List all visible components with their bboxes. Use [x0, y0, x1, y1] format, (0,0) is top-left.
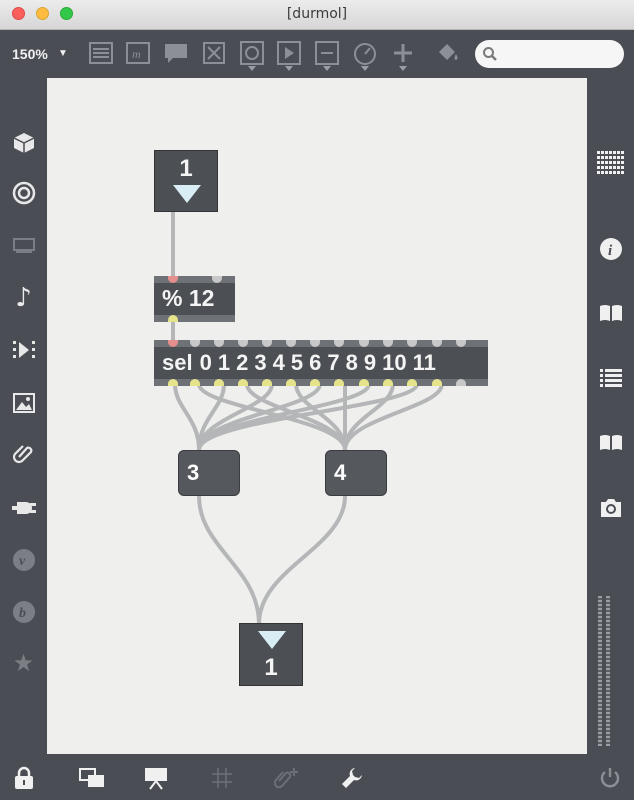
package-icon[interactable]	[0, 128, 47, 158]
patcher-canvas[interactable]: 1 % 12 sel 0 1 2 3 4 5 6 7 8 9 10 11 3 4 1	[47, 78, 587, 754]
sel-outlet[interactable]	[432, 379, 442, 386]
reference-icon[interactable]	[587, 298, 634, 328]
vimeo-icon[interactable]: v	[0, 545, 47, 575]
svg-text:v: v	[19, 554, 26, 569]
bitcoin-icon[interactable]: b	[0, 597, 47, 627]
patch-cords	[171, 210, 444, 626]
presentation-mode-icon[interactable]	[142, 764, 170, 792]
wrench-icon[interactable]	[338, 764, 366, 792]
sel-keyword: sel	[162, 350, 193, 375]
dial-icon[interactable]	[352, 40, 378, 66]
number-value: 1	[264, 654, 278, 681]
sel-value: 0	[199, 350, 212, 375]
playbar-icon[interactable]	[276, 40, 302, 66]
snapshot-icon[interactable]	[587, 493, 634, 523]
plugin-icon[interactable]	[0, 493, 47, 523]
paperclip-icon[interactable]	[0, 440, 47, 470]
sel-value: 5	[290, 350, 304, 375]
sel-value: 7	[327, 350, 340, 375]
triangle-down-icon	[173, 185, 201, 203]
sel-value: 8	[345, 350, 358, 375]
paint-bucket-icon[interactable]	[435, 40, 461, 66]
sel-outlet[interactable]	[190, 379, 200, 386]
video-icon[interactable]	[0, 335, 47, 365]
presentation-icon[interactable]	[88, 40, 114, 66]
add-object-icon[interactable]	[390, 40, 416, 66]
sel-outlet[interactable]	[456, 379, 466, 386]
sel-outlet[interactable]	[407, 379, 417, 386]
level-meter-right	[606, 596, 610, 746]
sel-value: 6	[309, 350, 322, 375]
sel-object[interactable]: sel 0 1 2 3 4 5 6 7 8 9 10 11	[154, 340, 488, 386]
sel-outlet[interactable]	[334, 379, 344, 386]
number-value: 1	[179, 155, 193, 182]
message-box-4[interactable]: 4	[325, 450, 387, 496]
bottom-toolbar	[0, 754, 634, 800]
lock-icon[interactable]	[10, 764, 38, 792]
comment-icon[interactable]: m	[125, 40, 151, 66]
sel-outlet[interactable]	[168, 379, 178, 386]
target-icon[interactable]	[0, 178, 47, 208]
grid-icon[interactable]	[587, 148, 634, 178]
button-icon[interactable]	[239, 40, 265, 66]
message-box-3[interactable]: 3	[178, 450, 240, 496]
right-sidebar: i	[587, 78, 634, 754]
number-box-bottom[interactable]: 1	[239, 623, 303, 686]
sel-outlet[interactable]	[383, 379, 393, 386]
sel-outlet[interactable]	[214, 379, 224, 386]
sel-outlet[interactable]	[286, 379, 296, 386]
windows-icon[interactable]	[78, 764, 106, 792]
window-title: [durmol]	[286, 6, 348, 22]
toolbar: 150% ▼ m	[0, 30, 634, 78]
modulo-object[interactable]: % 12	[154, 276, 235, 322]
outlet[interactable]	[168, 315, 178, 322]
star-icon[interactable]: ★	[0, 648, 47, 678]
sel-value: 4	[272, 350, 285, 375]
sel-outlet[interactable]	[238, 379, 248, 386]
sel-outlet[interactable]	[262, 379, 272, 386]
svg-text:b: b	[19, 606, 26, 621]
sel-value: 11	[412, 350, 436, 375]
title-bar: [durmol]	[0, 0, 634, 30]
search-input[interactable]	[475, 40, 624, 68]
modulo-label: % 12	[162, 285, 215, 311]
power-icon[interactable]	[596, 764, 624, 792]
sel-value: 10	[382, 350, 407, 375]
book-icon[interactable]	[587, 428, 634, 458]
message-icon[interactable]	[163, 40, 189, 66]
sel-value: 1	[217, 350, 231, 375]
sel-outlet[interactable]	[310, 379, 320, 386]
search-icon	[483, 47, 497, 61]
list-icon[interactable]	[587, 363, 634, 393]
sel-value: 2	[236, 350, 249, 375]
add-attachment-icon[interactable]	[272, 764, 300, 792]
music-note-icon[interactable]: ♪	[0, 283, 47, 313]
info-icon[interactable]: i	[587, 234, 634, 264]
sel-value: 9	[363, 350, 377, 375]
level-meter-left	[598, 596, 602, 746]
display-icon[interactable]	[0, 230, 47, 260]
toggle-icon[interactable]	[201, 40, 227, 66]
zoom-level[interactable]: 150%	[12, 46, 48, 62]
sel-value: 3	[254, 350, 267, 375]
left-sidebar: ♪ v b ★	[0, 78, 47, 754]
zoom-dropdown-icon[interactable]: ▼	[58, 48, 68, 59]
slider-icon[interactable]	[314, 40, 340, 66]
number-box-top[interactable]: 1	[154, 150, 218, 212]
image-icon[interactable]	[0, 388, 47, 418]
triangle-down-icon	[258, 631, 286, 649]
sel-outlet[interactable]	[359, 379, 369, 386]
grid-icon[interactable]	[208, 764, 236, 792]
svg-text:m: m	[132, 47, 141, 61]
